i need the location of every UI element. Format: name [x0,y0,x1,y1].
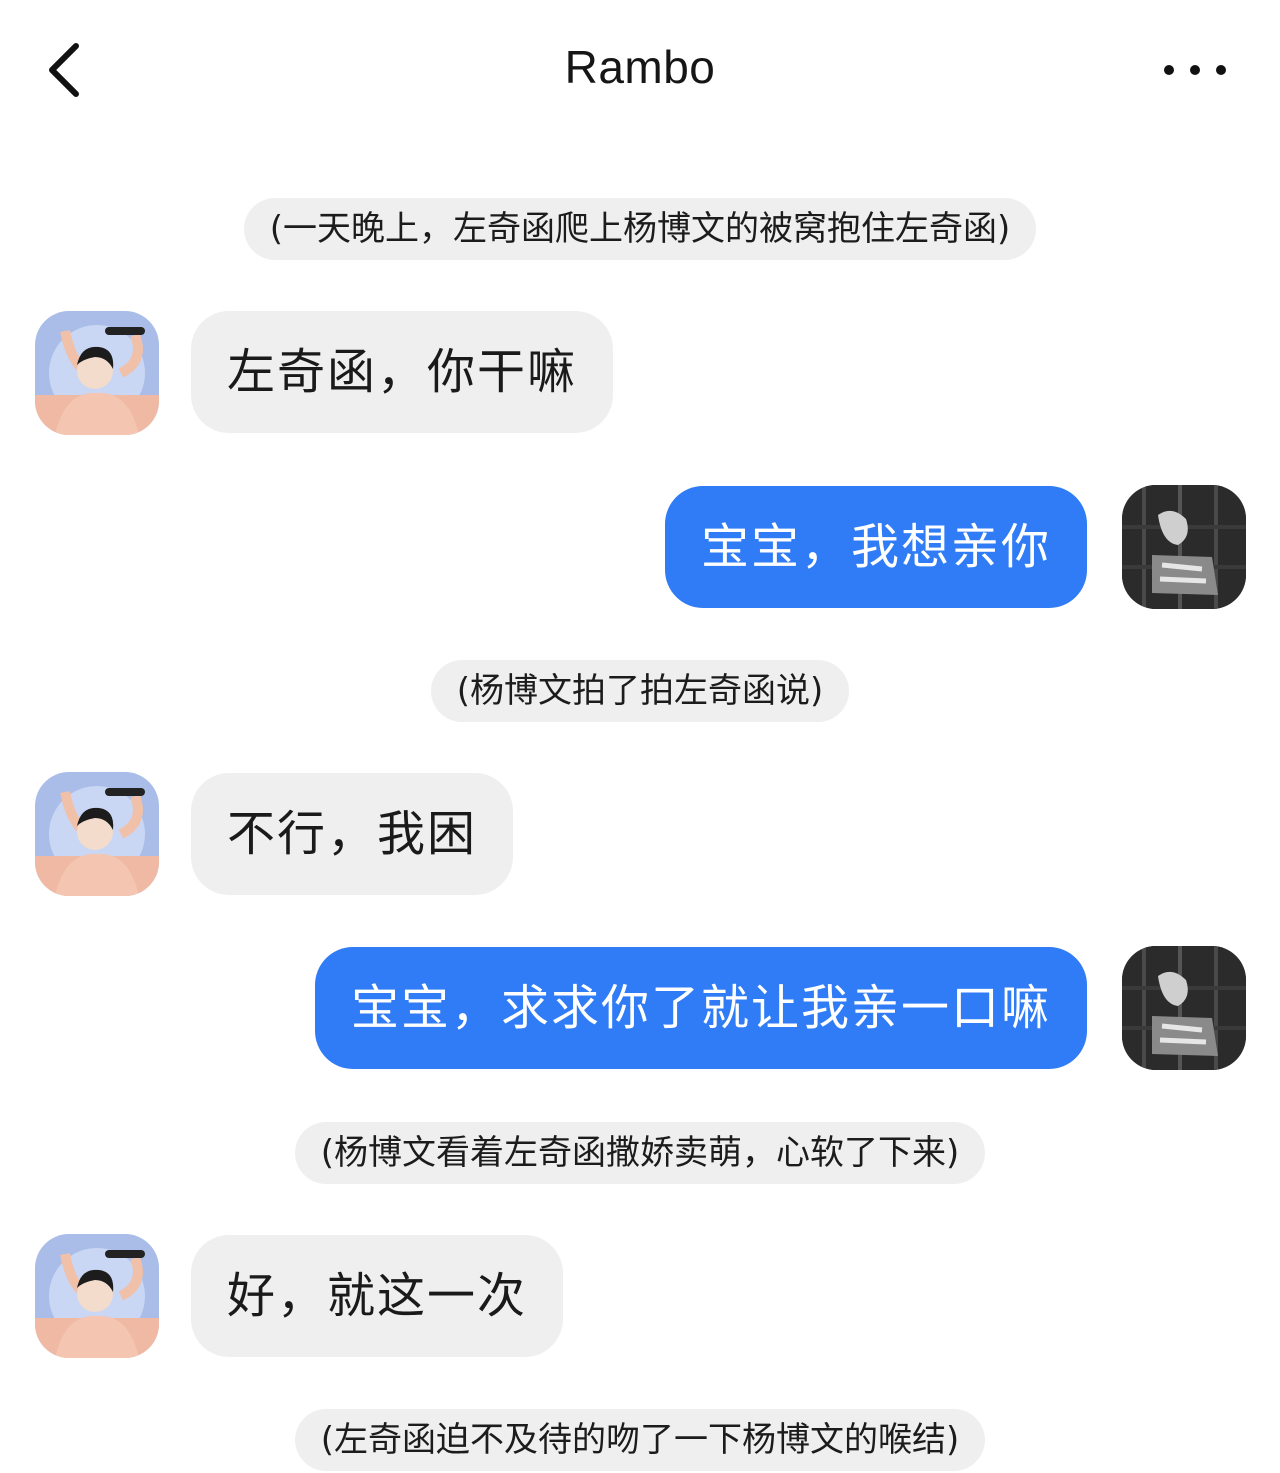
chat-header: Rambo [0,0,1280,140]
outgoing-message-bubble[interactable]: 宝宝，我想亲你 [664,486,1087,608]
incoming-message-bubble[interactable]: 不行，我困 [191,773,514,895]
message-text: 不行，我困 [227,806,478,862]
message-text: 宝宝，求求你了就让我亲一口嘛 [350,980,1051,1036]
narration-message: (一天晚上，左奇函爬上杨博文的被窝抱住左奇函) [0,198,1280,260]
narration-text: (杨博文看着左奇函撒娇卖萌，心软了下来) [294,1122,986,1184]
message-text: 左奇函，你干嘛 [227,344,578,400]
chat-screen: Rambo (一天晚上，左奇函爬上杨博文的被窝抱住左奇函) 左奇函，你干嘛 宝宝… [0,0,1280,1473]
message-text: 好，就这一次 [227,1268,528,1324]
contact-avatar[interactable] [35,311,159,435]
narration-text: (杨博文拍了拍左奇函说) [430,660,850,722]
narration-text: (一天晚上，左奇函爬上杨博文的被窝抱住左奇函) [243,198,1037,260]
contact-avatar[interactable] [35,1234,159,1358]
incoming-message-bubble[interactable]: 左奇函，你干嘛 [191,311,614,433]
contact-avatar[interactable] [35,772,159,896]
message-text: 宝宝，我想亲你 [700,519,1051,575]
my-avatar[interactable] [1122,485,1246,609]
incoming-message-bubble[interactable]: 好，就这一次 [191,1235,564,1357]
narration-text: (左奇函迫不及待的吻了一下杨博文的喉结) [294,1409,986,1471]
more-options-button[interactable] [1160,52,1230,88]
narration-message: (杨博文看着左奇函撒娇卖萌，心软了下来) [0,1122,1280,1184]
narration-message: (左奇函迫不及待的吻了一下杨博文的喉结) [0,1409,1280,1471]
chat-title: Rambo [564,41,716,93]
my-avatar[interactable] [1122,946,1246,1070]
narration-message: (杨博文拍了拍左奇函说) [0,660,1280,722]
outgoing-message-bubble[interactable]: 宝宝，求求你了就让我亲一口嘛 [314,947,1087,1069]
